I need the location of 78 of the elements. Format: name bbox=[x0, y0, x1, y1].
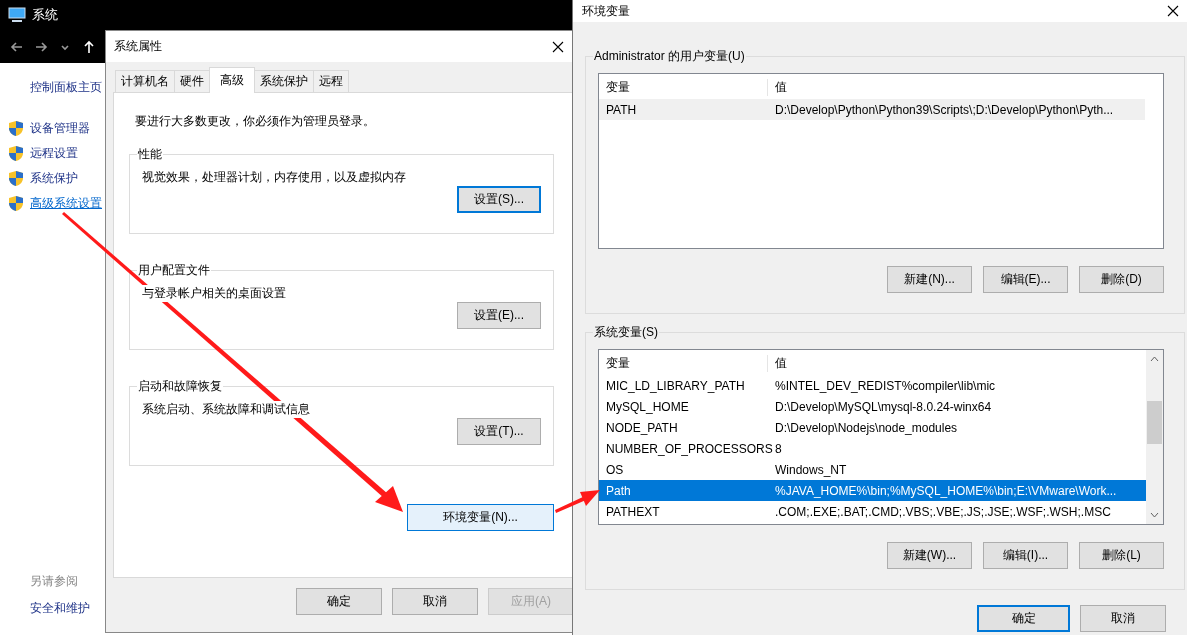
group-title: 系统变量(S) bbox=[593, 324, 659, 341]
shield-icon bbox=[8, 145, 24, 162]
column-header[interactable]: 变量 bbox=[599, 354, 768, 372]
variable-value: %JAVA_HOME%\bin;%MySQL_HOME%\bin;E:\VMware\Work... bbox=[774, 483, 1118, 498]
see-also-heading: 另请参阅 bbox=[30, 573, 79, 590]
sidebar-link[interactable]: 高级系统设置 bbox=[8, 191, 105, 216]
variable-row[interactable]: PATHEXT .COM;.EXE;.BAT;.CMD;.VBS;.VBE;.JS;.JSE;.WSF;.WSH;.MSC bbox=[599, 501, 1146, 522]
admin-note: 要进行大多数更改，你必须作为管理员登录。 bbox=[135, 113, 376, 130]
variable-value: 8 bbox=[774, 441, 783, 456]
see-also-link[interactable]: 安全和维护 bbox=[30, 600, 105, 617]
sidebar-link[interactable]: 远程设置 bbox=[8, 141, 105, 166]
group-title: Administrator 的用户变量(U) bbox=[593, 48, 746, 65]
variable-name: PATHEXT bbox=[605, 504, 661, 519]
sidebar-link[interactable]: 系统保护 bbox=[8, 166, 105, 191]
dialog-title: 系统属性 bbox=[114, 38, 162, 55]
list-button[interactable]: 新建(W)... bbox=[887, 542, 972, 569]
group-description: 系统启动、系统故障和调试信息 bbox=[142, 401, 310, 418]
monitor-icon bbox=[8, 7, 26, 23]
up-arrow-icon bbox=[82, 39, 96, 54]
group-description: 与登录帐户相关的桌面设置 bbox=[142, 285, 286, 302]
scroll-up-icon[interactable] bbox=[1150, 356, 1159, 362]
column-header[interactable]: 变量 bbox=[599, 78, 768, 96]
group-title: 用户配置文件 bbox=[137, 262, 211, 279]
list-button[interactable]: 删除(L) bbox=[1079, 542, 1164, 569]
variable-value: D:\Develop\Python\Python39\Scripts\;D:\Develop\Python\Pyth... bbox=[774, 102, 1115, 117]
settings-button[interactable]: 设置(S)... bbox=[457, 186, 541, 213]
variable-value: D:\Develop\MySQL\mysql-8.0.24-winx64 bbox=[774, 399, 993, 414]
list-button[interactable]: 编辑(E)... bbox=[983, 266, 1068, 293]
variable-name: NODE_PATH bbox=[605, 420, 679, 435]
forward-arrow-icon bbox=[34, 39, 48, 54]
shield-icon bbox=[8, 170, 24, 187]
variable-value: %INTEL_DEV_REDIST%compiler\lib\mic bbox=[774, 378, 997, 393]
variable-row[interactable]: Path %JAVA_HOME%\bin;%MySQL_HOME%\bin;E:\VMware\Work... bbox=[599, 480, 1146, 501]
dialog-button[interactable]: 确定 bbox=[977, 605, 1070, 632]
group-title: 性能 bbox=[137, 146, 163, 163]
scrollbar-thumb[interactable] bbox=[1147, 401, 1162, 444]
variable-value: Windows_NT bbox=[774, 462, 848, 477]
variable-row[interactable]: OS Windows_NT bbox=[599, 459, 1146, 480]
scrollbar[interactable] bbox=[1146, 350, 1163, 524]
sidebar-link[interactable]: 设备管理器 bbox=[8, 116, 105, 141]
dialog-button[interactable]: 取消 bbox=[1080, 605, 1166, 632]
variable-name: MIC_LD_LIBRARY_PATH bbox=[605, 378, 746, 393]
tab[interactable]: 远程 bbox=[313, 70, 349, 93]
variable-name: OS bbox=[605, 462, 625, 477]
close-icon[interactable] bbox=[1167, 5, 1179, 17]
settings-button[interactable]: 设置(E)... bbox=[457, 302, 541, 329]
dialog-button[interactable]: 确定 bbox=[296, 588, 382, 615]
group-description: 视觉效果，处理器计划，内存使用，以及虚拟内存 bbox=[142, 169, 406, 186]
list-button[interactable]: 编辑(I)... bbox=[983, 542, 1068, 569]
list-button[interactable]: 新建(N)... bbox=[887, 266, 972, 293]
variable-value: .COM;.EXE;.BAT;.CMD;.VBS;.VBE;.JS;.JSE;.WSF;.WSH;.MSC bbox=[774, 504, 1112, 519]
window-title: 系统 bbox=[32, 6, 58, 24]
back-arrow-icon bbox=[10, 39, 24, 54]
tab[interactable]: 高级 bbox=[209, 67, 255, 93]
environment-variables-button[interactable]: 环境变量(N)... bbox=[407, 504, 554, 531]
control-panel-home-link[interactable]: 控制面板主页 bbox=[30, 79, 105, 96]
settings-button[interactable]: 设置(T)... bbox=[457, 418, 541, 445]
variable-row[interactable]: MySQL_HOME D:\Develop\MySQL\mysql-8.0.24-winx64 bbox=[599, 396, 1146, 417]
variable-row[interactable]: NUMBER_OF_PROCESSORS 8 bbox=[599, 438, 1146, 459]
variable-row[interactable]: PATH D:\Develop\Python\Python39\Scripts\;D:\Develop\Python\Pyth... bbox=[599, 99, 1145, 120]
variable-row[interactable]: NODE_PATH D:\Develop\Nodejs\node_modules bbox=[599, 417, 1146, 438]
group-title: 启动和故障恢复 bbox=[137, 378, 223, 395]
close-icon[interactable] bbox=[552, 40, 564, 53]
pointer-arrow bbox=[555, 490, 600, 513]
tab[interactable]: 计算机名 bbox=[115, 70, 175, 93]
variable-name: Path bbox=[605, 483, 632, 498]
column-header[interactable]: 值 bbox=[768, 354, 1146, 372]
variable-row[interactable]: MIC_LD_LIBRARY_PATH %INTEL_DEV_REDIST%compiler\lib\mic bbox=[599, 375, 1146, 396]
dialog-button[interactable]: 取消 bbox=[392, 588, 478, 615]
list-button[interactable]: 删除(D) bbox=[1079, 266, 1164, 293]
variable-name: MySQL_HOME bbox=[605, 399, 690, 414]
shield-icon bbox=[8, 120, 24, 137]
column-header[interactable]: 值 bbox=[768, 78, 1145, 96]
variable-name: PATH bbox=[605, 102, 638, 117]
shield-icon bbox=[8, 195, 24, 212]
dialog-title: 环境变量 bbox=[582, 2, 630, 20]
scroll-down-icon[interactable] bbox=[1150, 512, 1159, 518]
variable-value: D:\Develop\Nodejs\node_modules bbox=[774, 420, 959, 435]
